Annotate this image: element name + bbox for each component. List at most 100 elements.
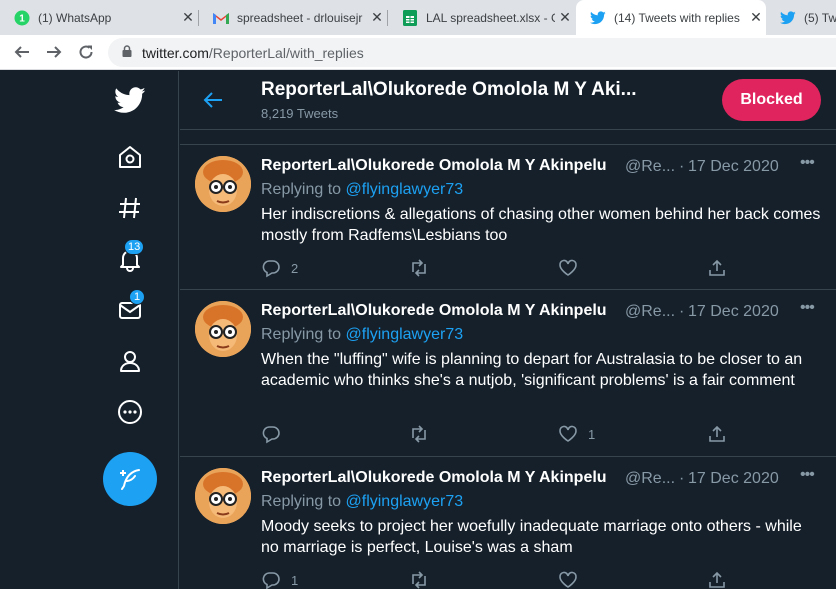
sidebar-nav: 13 1 — [0, 71, 179, 589]
share-button[interactable] — [707, 568, 737, 589]
tweet-more-icon[interactable]: ••• — [800, 466, 815, 484]
reply-icon — [262, 426, 280, 444]
tab-sheets[interactable]: LAL spreadsheet.xlsx - G ✕ — [388, 0, 575, 35]
tweet-date[interactable]: 17 Dec 2020 — [688, 470, 779, 488]
tweet-date[interactable]: 17 Dec 2020 — [688, 303, 779, 321]
twitter-icon — [590, 10, 606, 26]
tweet-handle[interactable]: @Re... — [625, 470, 675, 488]
replying-to: Replying to @flyinglawyer73 — [261, 326, 463, 344]
close-tab-icon[interactable]: ✕ — [746, 9, 766, 26]
share-icon — [709, 259, 725, 276]
url-host: twitter.com — [142, 44, 209, 61]
home-icon[interactable] — [110, 137, 150, 177]
tweet-handle[interactable]: @Re... — [625, 303, 675, 321]
notifications-badge: 13 — [124, 239, 145, 255]
reply-count: 1 — [291, 572, 299, 588]
heart-icon — [559, 425, 577, 442]
tweet[interactable]: ReporterLal\Olukorede Omolola M Y Akinpe… — [180, 146, 836, 290]
tweet[interactable]: ReporterLal\Olukorede Omolola M Y Akinpe… — [180, 291, 836, 457]
close-tab-icon[interactable]: ✕ — [178, 9, 198, 26]
tweet-actions: 1 — [261, 568, 741, 589]
browser-toolbar: twitter.com/ReporterLal/with_replies — [0, 35, 836, 70]
retweet-button[interactable] — [409, 568, 439, 589]
address-bar[interactable]: twitter.com/ReporterLal/with_replies — [108, 38, 836, 67]
replying-to: Replying to @flyinglawyer73 — [261, 181, 463, 199]
share-button[interactable] — [707, 256, 737, 280]
tweet-author-name[interactable]: ReporterLal\Olukorede Omolola M Y Akinpe… — [261, 157, 607, 175]
mention-link[interactable]: @flyinglawyer73 — [346, 493, 464, 510]
like-button[interactable]: 1 — [558, 422, 595, 446]
gmail-icon — [213, 10, 229, 26]
tab-gmail[interactable]: spreadsheet - drlouisejr ✕ — [199, 0, 387, 35]
whatsapp-badge: 1 — [19, 13, 25, 24]
like-button[interactable] — [558, 256, 588, 280]
tweet-actions: 2 — [261, 256, 741, 280]
replying-prefix: Replying to — [261, 181, 342, 198]
blocked-button[interactable]: Blocked — [722, 79, 821, 121]
tweet-feed: ReporterLal\Olukorede Omolola M Y Akinpe… — [180, 130, 836, 589]
tweet-count: 8,219 Tweets — [261, 106, 339, 121]
replying-prefix: Replying to — [261, 326, 342, 343]
profile-icon[interactable] — [110, 341, 150, 381]
replying-prefix: Replying to — [261, 493, 342, 510]
back-arrow-icon[interactable] — [200, 87, 226, 113]
profile-header: ReporterLal\Olukorede Omolola M Y Aki...… — [180, 71, 836, 130]
close-tab-icon[interactable]: ✕ — [555, 9, 575, 26]
avatar[interactable] — [195, 468, 251, 524]
tab-twitter-2[interactable]: (5) Twe — [766, 0, 836, 35]
share-icon — [709, 425, 725, 442]
tab-title: (1) WhatsApp — [38, 10, 112, 25]
tab-twitter-active[interactable]: (14) Tweets with replies ✕ — [576, 0, 766, 35]
tweet-handle[interactable]: @Re... — [625, 158, 675, 176]
tweet-separator: · — [679, 470, 685, 487]
profile-name: ReporterLal\Olukorede Omolola M Y Aki... — [261, 79, 637, 100]
previous-tweet-edge — [180, 130, 836, 145]
retweet-button[interactable] — [409, 422, 439, 446]
url-text: twitter.com/ReporterLal/with_replies — [142, 45, 364, 61]
messages-badge: 1 — [129, 289, 145, 305]
tweet-more-icon[interactable]: ••• — [800, 154, 815, 172]
tab-title: spreadsheet - drlouisejr — [237, 10, 363, 25]
retweet-button[interactable] — [409, 256, 439, 280]
twitter-icon — [780, 10, 796, 26]
twitter-app: 13 1 ReporterLal\Olukorede Omolola M Y A… — [0, 71, 836, 589]
explore-hashtag-icon[interactable] — [110, 188, 150, 228]
like-count: 1 — [588, 426, 596, 442]
more-options-icon[interactable] — [110, 392, 150, 432]
twitter-logo-icon[interactable] — [110, 80, 150, 120]
tweet-author-name[interactable]: ReporterLal\Olukorede Omolola M Y Akinpe… — [261, 302, 607, 320]
compose-tweet-button[interactable] — [103, 452, 157, 506]
reply-icon — [262, 260, 280, 278]
browser-tab-bar: 1 (1) WhatsApp ✕ spreadsheet - drlouisej… — [0, 0, 836, 35]
lock-icon[interactable] — [122, 44, 132, 62]
avatar[interactable] — [195, 301, 251, 357]
reply-button[interactable]: 2 — [261, 256, 298, 280]
reply-button[interactable]: 1 — [261, 568, 298, 589]
share-icon — [709, 571, 725, 588]
reply-button[interactable] — [261, 422, 291, 446]
tweet-separator: · — [679, 303, 685, 320]
tab-whatsapp[interactable]: 1 (1) WhatsApp ✕ — [0, 0, 198, 35]
close-tab-icon[interactable]: ✕ — [367, 9, 387, 26]
forward-arrow-icon[interactable] — [41, 39, 67, 65]
reload-icon[interactable] — [73, 39, 99, 65]
tweet-author-name[interactable]: ReporterLal\Olukorede Omolola M Y Akinpe… — [261, 469, 607, 487]
reply-count: 2 — [291, 260, 299, 276]
reply-icon — [262, 572, 280, 589]
mention-link[interactable]: @flyinglawyer73 — [346, 181, 464, 198]
tweet-more-icon[interactable]: ••• — [800, 299, 815, 317]
mention-link[interactable]: @flyinglawyer73 — [346, 326, 464, 343]
tweet-actions: 1 — [261, 422, 741, 446]
tweet[interactable]: ReporterLal\Olukorede Omolola M Y Akinpe… — [180, 458, 836, 589]
tweet-separator: · — [679, 158, 685, 175]
sheets-icon — [402, 9, 418, 26]
tab-title: (14) Tweets with replies — [614, 10, 740, 25]
like-button[interactable] — [558, 568, 588, 589]
url-path: /ReporterLal/with_replies — [208, 44, 364, 61]
avatar[interactable] — [195, 156, 251, 212]
share-button[interactable] — [707, 422, 737, 446]
tab-title: LAL spreadsheet.xlsx - G — [426, 10, 555, 25]
retweet-icon — [412, 259, 426, 277]
tweet-date[interactable]: 17 Dec 2020 — [688, 158, 779, 176]
back-arrow-icon[interactable] — [9, 39, 35, 65]
